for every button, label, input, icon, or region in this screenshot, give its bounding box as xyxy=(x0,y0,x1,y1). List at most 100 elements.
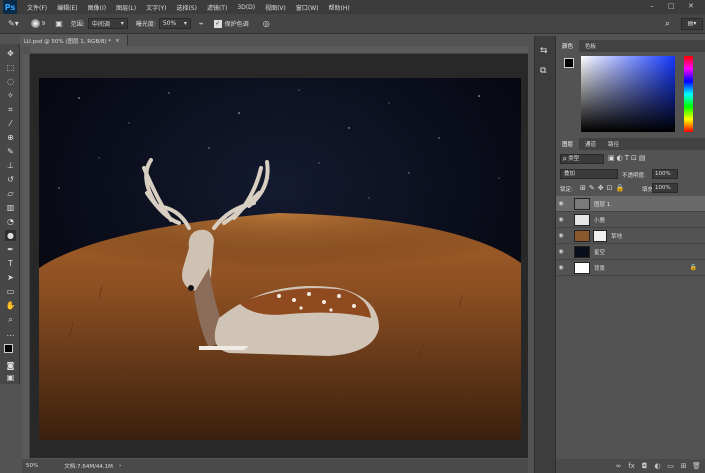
minimize-icon[interactable]: – xyxy=(650,2,654,10)
layer-name: 背景 xyxy=(594,265,606,272)
blur-tool-icon[interactable]: ◔ xyxy=(5,216,16,227)
layer-filter-select[interactable]: ρ 类型 xyxy=(560,154,604,164)
menu-3d[interactable]: 3D(D) xyxy=(237,4,255,11)
edit-toolbar-icon[interactable]: … xyxy=(5,328,16,339)
workspace-switcher[interactable]: ▤▾ xyxy=(681,17,703,30)
search-icon[interactable]: ⌕ xyxy=(665,19,670,29)
marquee-tool-icon[interactable]: ⬚ xyxy=(5,62,16,73)
foreground-color-swatch[interactable] xyxy=(4,344,13,353)
path-select-tool-icon[interactable]: ➤ xyxy=(5,272,16,283)
layer-thumbnail xyxy=(574,197,590,210)
layer-row[interactable]: ◉ 星空 xyxy=(556,244,705,260)
eyedropper-tool-icon[interactable]: ⁄ xyxy=(5,118,16,129)
layer-thumbnail xyxy=(574,229,590,242)
tab-layers[interactable]: 图层 xyxy=(556,138,580,150)
eye-icon[interactable]: ◉ xyxy=(556,232,566,239)
screen-mode-icon[interactable]: ▣ xyxy=(5,372,16,383)
menu-window[interactable]: 窗口(W) xyxy=(296,3,319,12)
zoom-level[interactable]: 50% xyxy=(26,463,38,469)
menu-view[interactable]: 视图(V) xyxy=(265,3,286,12)
close-tab-icon[interactable]: × xyxy=(115,38,120,44)
chevron-right-icon[interactable]: › xyxy=(119,463,121,469)
lasso-tool-icon[interactable]: ◌ xyxy=(5,76,16,87)
history-icon[interactable]: ⇆ xyxy=(540,46,548,56)
lock-label: 锁定: xyxy=(560,187,573,193)
move-tool-icon[interactable]: ✥ xyxy=(5,48,16,59)
airbrush-icon[interactable]: ⌁ xyxy=(199,19,204,28)
quick-mask-icon[interactable]: ◙ xyxy=(5,360,16,371)
close-window-icon[interactable]: ✕ xyxy=(688,2,694,10)
range-select[interactable]: 中间调 ▾ xyxy=(87,18,128,29)
lock-icon: 🔒 xyxy=(689,264,697,271)
status-bar: 50% 文档:7.64M/44.1M › xyxy=(22,459,528,473)
document-tab[interactable]: LU.psd @ 50% (图层 1, RGB/8) * × xyxy=(20,35,128,46)
tab-color[interactable]: 颜色 xyxy=(556,40,580,52)
layer-name: 小鹿 xyxy=(594,217,606,224)
menu-select[interactable]: 选择(S) xyxy=(176,3,197,12)
hue-slider[interactable] xyxy=(684,56,693,132)
fill-input[interactable]: 100% xyxy=(652,183,678,193)
eye-icon[interactable]: ◉ xyxy=(556,216,566,223)
crop-tool-icon[interactable]: ⌗ xyxy=(5,104,16,115)
add-mask-icon[interactable]: ◘ xyxy=(640,462,649,471)
layer-name: 星空 xyxy=(594,249,606,256)
maximize-icon[interactable]: □ xyxy=(668,2,675,10)
layer-row[interactable]: ◉ 小鹿 xyxy=(556,212,705,228)
layer-mask-thumbnail[interactable] xyxy=(593,229,607,242)
tab-channels[interactable]: 通道 xyxy=(579,138,602,150)
tab-swatches[interactable]: 色板 xyxy=(579,40,602,52)
zoom-tool-icon[interactable]: ⌕ xyxy=(5,314,16,325)
new-layer-icon[interactable]: ⊞ xyxy=(679,462,688,471)
type-tool-icon[interactable]: T xyxy=(5,258,16,269)
menu-type[interactable]: 文字(Y) xyxy=(146,3,166,12)
properties-icon[interactable]: ⧉ xyxy=(540,66,546,76)
layer-row[interactable]: ◉ 图层 1 xyxy=(556,196,705,212)
gradient-tool-icon[interactable]: ▥ xyxy=(5,202,16,213)
link-layers-icon[interactable]: ∞ xyxy=(614,462,623,471)
adjustment-layer-icon[interactable]: ◐ xyxy=(653,462,662,471)
lock-icons[interactable]: ⊞✎✥⊡🔒 xyxy=(580,184,627,192)
healing-tool-icon[interactable]: ⊕ xyxy=(5,132,16,143)
shape-tool-icon[interactable]: ▭ xyxy=(5,286,16,297)
menu-edit[interactable]: 编辑(E) xyxy=(57,3,77,12)
layer-row[interactable]: ◉ 草地 xyxy=(556,228,705,244)
menu-help[interactable]: 帮助(H) xyxy=(329,3,350,12)
burn-tool-icon[interactable]: ✎▾ xyxy=(8,19,19,28)
filter-icons[interactable]: ▣◐T⊡▤ xyxy=(608,154,647,162)
brush-size-value[interactable]: 9 xyxy=(42,21,46,27)
new-group-icon[interactable]: ▭ xyxy=(666,462,675,471)
opacity-input[interactable]: 100% xyxy=(652,169,678,179)
eraser-tool-icon[interactable]: ▱ xyxy=(5,188,16,199)
brush-panel-icon[interactable]: ▣ xyxy=(55,19,63,28)
clone-stamp-tool-icon[interactable]: ⊥ xyxy=(5,160,16,171)
quick-select-tool-icon[interactable]: ✧ xyxy=(5,90,16,101)
brush-tool-icon[interactable]: ✎ xyxy=(5,146,16,157)
brush-preset-icon[interactable] xyxy=(30,19,40,28)
color-picker-field[interactable] xyxy=(581,56,675,132)
chevron-down-icon: ▾ xyxy=(120,20,124,27)
menu-file[interactable]: 文件(F) xyxy=(27,3,47,12)
eye-icon[interactable]: ◉ xyxy=(556,264,566,271)
horizontal-ruler xyxy=(30,46,528,54)
menu-filter[interactable]: 滤镜(T) xyxy=(207,3,227,12)
dodge-tool-icon[interactable]: ● xyxy=(5,230,16,241)
eye-icon[interactable]: ◉ xyxy=(556,200,566,207)
history-brush-tool-icon[interactable]: ↺ xyxy=(5,174,16,185)
document-canvas-image[interactable] xyxy=(39,78,521,440)
layer-thumbnail xyxy=(574,245,590,258)
pen-tool-icon[interactable]: ✒ xyxy=(5,244,16,255)
hand-tool-icon[interactable]: ✋ xyxy=(5,300,16,311)
layer-style-icon[interactable]: fx xyxy=(627,462,636,471)
pressure-icon[interactable]: ◎ xyxy=(263,19,270,28)
range-value: 中间调 xyxy=(91,21,110,28)
blend-mode-select[interactable]: 叠加 xyxy=(560,169,618,179)
tab-paths[interactable]: 路径 xyxy=(602,138,625,150)
menu-layer[interactable]: 图层(L) xyxy=(116,3,136,12)
menu-image[interactable]: 图像(I) xyxy=(88,3,106,12)
protect-tones-checkbox[interactable]: ✓ xyxy=(213,19,222,28)
delete-layer-icon[interactable]: 🗑 xyxy=(692,462,701,471)
eye-icon[interactable]: ◉ xyxy=(556,248,566,255)
exposure-input[interactable]: 50% ▾ xyxy=(158,18,191,29)
layer-row[interactable]: ◉ 背景 🔒 xyxy=(556,260,705,276)
panel-foreground-swatch[interactable] xyxy=(564,58,574,68)
